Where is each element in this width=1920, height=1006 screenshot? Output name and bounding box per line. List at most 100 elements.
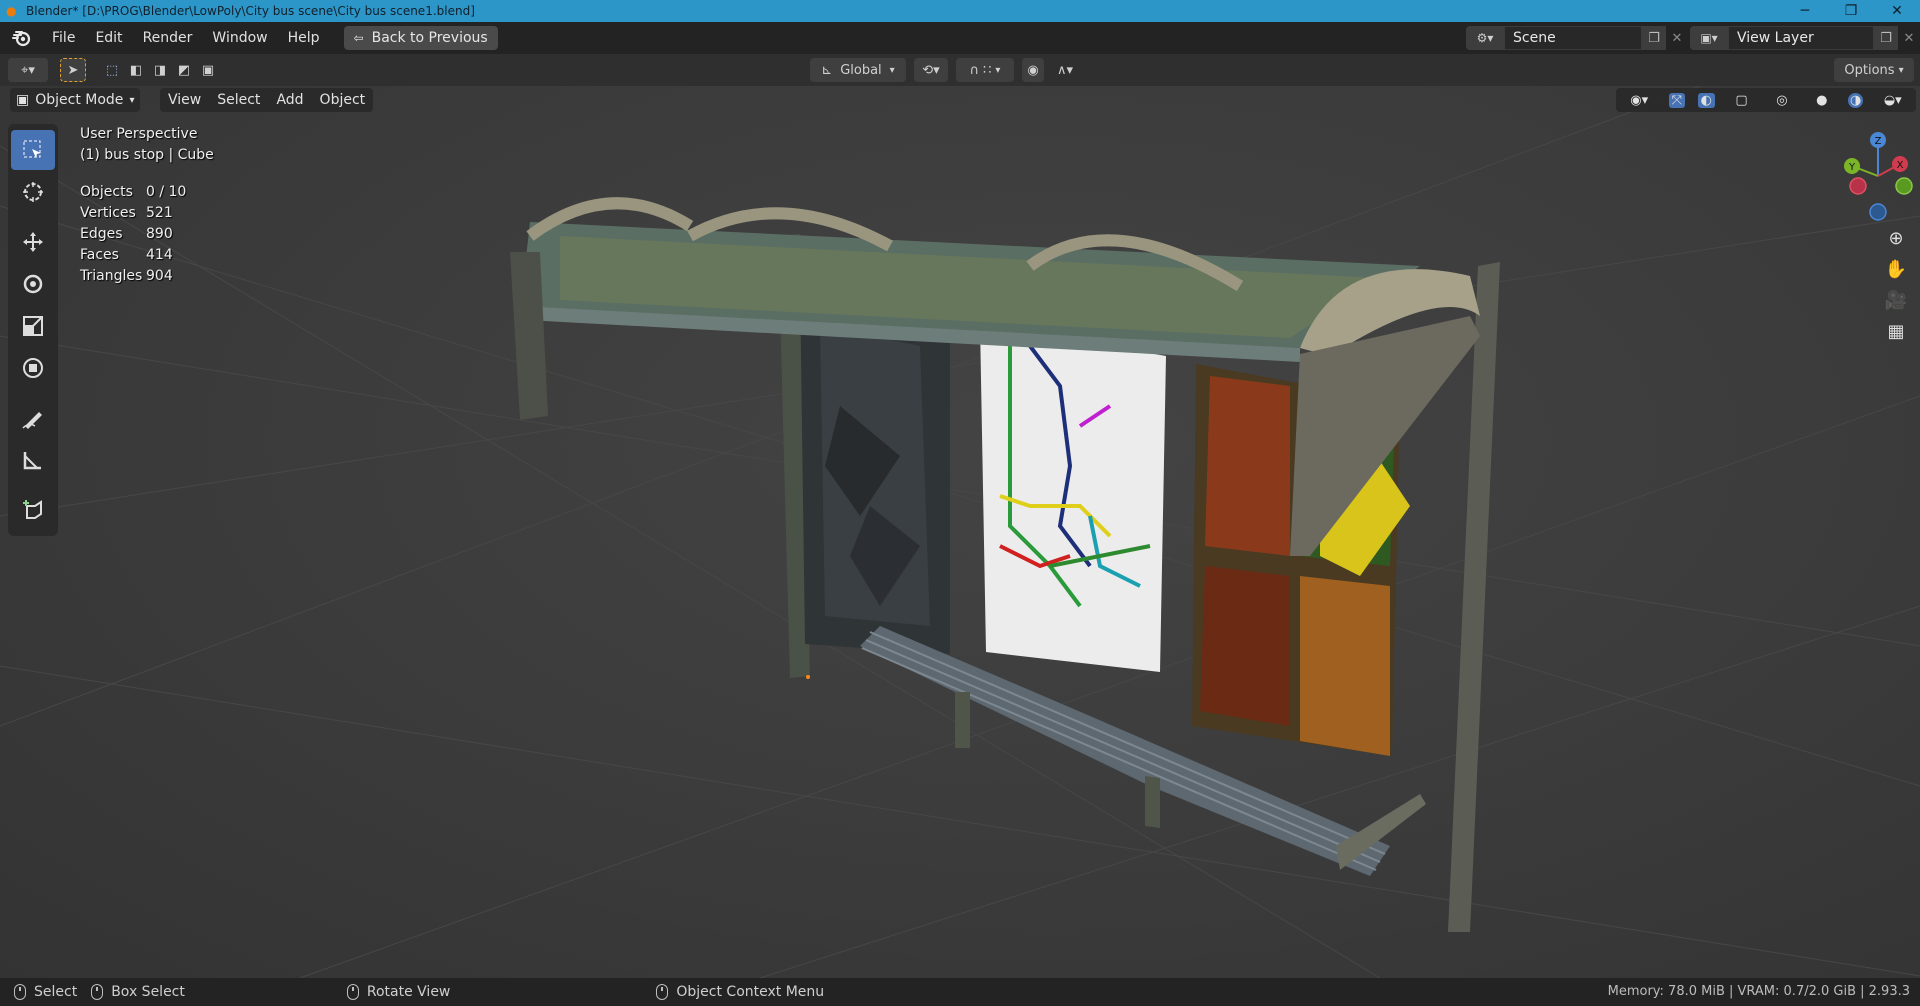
- magnet-icon: ∩: [969, 62, 980, 78]
- top-menubar: File Edit Render Window Help ⇦ Back to P…: [0, 22, 1920, 54]
- stat-label: Objects: [80, 184, 133, 200]
- shading-controls: ◉▾ ⤧ ◐ ▢ ◎ ● ◑ ◒▾: [1616, 88, 1916, 112]
- select-tool-icon[interactable]: ➤: [60, 58, 86, 82]
- transform-orientation-dropdown[interactable]: ⊾ Global ▾: [810, 58, 906, 82]
- stat-row: Triangles 904: [80, 266, 186, 287]
- select-extend-icon[interactable]: ◧: [130, 63, 142, 78]
- stat-value: 414: [146, 247, 173, 263]
- menu-select[interactable]: Select: [209, 92, 268, 108]
- select-subtract-icon[interactable]: ◨: [154, 63, 166, 78]
- pivot-point-icon[interactable]: ⟲▾: [914, 58, 948, 82]
- camera-view-icon[interactable]: 🎥: [1885, 290, 1907, 311]
- transform-tool-icon[interactable]: [11, 348, 55, 388]
- material-shading-icon[interactable]: ◑: [1847, 92, 1864, 108]
- chevron-down-icon: ▾: [995, 64, 1001, 76]
- gizmo-toggle-icon[interactable]: ⤧: [1668, 92, 1686, 108]
- selection-mode-icons[interactable]: ⬚ ◧ ◨ ◩ ▣: [100, 58, 220, 82]
- overlay-toggle-icon[interactable]: ◐: [1697, 92, 1715, 108]
- bus-stop-model[interactable]: [510, 197, 1500, 932]
- pan-hand-icon[interactable]: ✋: [1885, 259, 1907, 280]
- blender-logo-icon[interactable]: [10, 26, 34, 50]
- stat-value: 890: [146, 226, 173, 242]
- select-new-icon[interactable]: ⬚: [106, 63, 118, 78]
- select-invert-icon[interactable]: ◩: [178, 63, 190, 78]
- minimize-button[interactable]: ─: [1782, 0, 1828, 22]
- cursor-tool-icon[interactable]: [11, 172, 55, 212]
- back-icon: ⇦: [353, 31, 364, 45]
- menu-object[interactable]: Object: [312, 92, 374, 108]
- menu-file[interactable]: File: [42, 25, 85, 51]
- view-layer-name-field[interactable]: View Layer: [1728, 26, 1874, 50]
- solid-shading-icon[interactable]: ●: [1808, 93, 1835, 108]
- status-box-select-label: Box Select: [111, 984, 185, 1000]
- stat-value: 904: [146, 268, 173, 284]
- maximize-button[interactable]: ❐: [1828, 0, 1874, 22]
- menu-view[interactable]: View: [160, 92, 209, 108]
- scene-remove-icon[interactable]: ✕: [1666, 26, 1688, 50]
- annotate-tool-icon[interactable]: [11, 398, 55, 438]
- options-dropdown[interactable]: Options ▾: [1834, 58, 1914, 82]
- status-rotate-hint: Rotate View: [346, 984, 450, 1000]
- select-intersect-icon[interactable]: ▣: [202, 63, 214, 78]
- origin-point-icon: [806, 675, 810, 679]
- mouse-left-icon: [14, 984, 26, 1000]
- tool-shelf: [8, 124, 58, 536]
- proportional-edit-icon[interactable]: ◉: [1022, 58, 1044, 82]
- snapping-icon[interactable]: ∩ ∷ ▾: [956, 58, 1014, 82]
- stat-row: Vertices 521: [80, 203, 186, 224]
- move-tool-icon[interactable]: [11, 222, 55, 262]
- stat-value: 521: [146, 205, 173, 221]
- zoom-icon[interactable]: ⊕: [1888, 228, 1903, 249]
- close-button[interactable]: ✕: [1874, 0, 1920, 22]
- orientation-label: Global: [840, 62, 882, 78]
- 3d-viewport[interactable]: [0, 86, 1920, 978]
- stat-label: Faces: [80, 247, 119, 263]
- view-layer-remove-icon[interactable]: ✕: [1898, 26, 1920, 50]
- stat-row: Faces 414: [80, 245, 186, 266]
- snap-grid-icon: ∷: [983, 62, 992, 78]
- status-select-hint: Select: [14, 984, 77, 1000]
- viewport-header: ▣ Object Mode ▾ View Select Add Object ◉…: [0, 86, 1920, 114]
- menu-render[interactable]: Render: [133, 25, 203, 51]
- wireframe-shading-icon[interactable]: ◎: [1768, 93, 1795, 108]
- mode-label: Object Mode: [35, 92, 124, 108]
- rotate-tool-icon[interactable]: [11, 264, 55, 304]
- orthographic-grid-icon[interactable]: ▦: [1887, 321, 1904, 342]
- scene-browse-icon[interactable]: ⚙▾: [1466, 26, 1504, 50]
- stat-row: Edges 890: [80, 224, 186, 245]
- select-box-tool-icon[interactable]: [11, 130, 55, 170]
- back-to-previous-button[interactable]: ⇦ Back to Previous: [343, 26, 498, 50]
- memory-info: Memory: 78.0 MiB | VRAM: 0.7/2.0 GiB | 2…: [1607, 984, 1910, 999]
- add-cube-tool-icon[interactable]: [11, 490, 55, 530]
- rendered-shading-icon[interactable]: ◒▾: [1876, 93, 1910, 108]
- measure-tool-icon[interactable]: [11, 440, 55, 480]
- falloff-icon[interactable]: ∧▾: [1048, 58, 1082, 82]
- editor-type-icon[interactable]: ⌖▾: [8, 58, 48, 82]
- view-layer-new-icon[interactable]: ❐: [1874, 26, 1898, 50]
- axis-gizmo[interactable]: Z Y X: [1820, 126, 1920, 226]
- menu-add[interactable]: Add: [268, 92, 311, 108]
- menu-edit[interactable]: Edit: [85, 25, 132, 51]
- menu-help[interactable]: Help: [278, 25, 330, 51]
- mouse-drag-icon: [91, 984, 104, 1000]
- tool-header: ⌖▾ ➤ ⬚ ◧ ◨ ◩ ▣ ⊾ Global ▾ ⟲▾ ∩ ∷ ▾ ◉ ∧▾ …: [0, 54, 1920, 86]
- status-box-select-hint: Box Select: [91, 984, 185, 1000]
- scene-name-field[interactable]: Scene: [1504, 26, 1642, 50]
- xray-icon[interactable]: ▢: [1727, 93, 1755, 108]
- navigation-gizmo: Z Y X ⊕ ✋ 🎥 ▦: [1820, 126, 1920, 376]
- stat-label: Triangles: [80, 268, 143, 284]
- status-bar: Select Box Select Rotate View Object Con…: [0, 978, 1920, 1006]
- menu-window[interactable]: Window: [202, 25, 277, 51]
- scale-tool-icon[interactable]: [11, 306, 55, 346]
- visibility-icon[interactable]: ◉▾: [1622, 93, 1656, 108]
- active-object-label: (1) bus stop | Cube: [80, 147, 214, 163]
- stat-label: Edges: [80, 226, 123, 242]
- blender-app-icon: ●: [6, 4, 17, 18]
- orientation-icon: ⊾: [821, 62, 833, 78]
- scene-statistics: Objects 0 / 10 Vertices 521 Edges 890 Faces…: [80, 182, 186, 287]
- mode-dropdown[interactable]: ▣ Object Mode ▾: [10, 88, 140, 112]
- status-context-label: Object Context Menu: [676, 984, 825, 1000]
- stat-label: Vertices: [80, 205, 136, 221]
- view-layer-browse-icon[interactable]: ▣▾: [1690, 26, 1728, 50]
- scene-new-icon[interactable]: ❐: [1642, 26, 1666, 50]
